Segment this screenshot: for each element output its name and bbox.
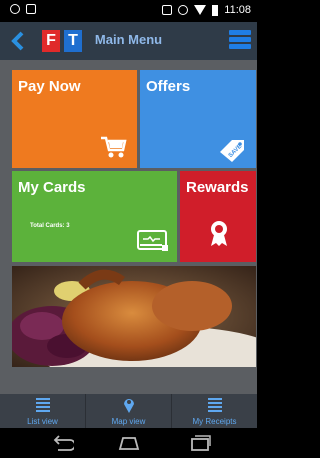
main-content: Pay Now Offers SAVE My Cards Total Cards…	[0, 60, 257, 394]
hamburger-line	[229, 37, 251, 42]
tab-label: My Receipts	[192, 417, 237, 426]
status-time: 11:08	[224, 4, 251, 16]
system-home-icon[interactable]	[117, 434, 141, 452]
battery-icon	[212, 4, 219, 16]
pay-now-tile[interactable]: Pay Now	[12, 70, 137, 168]
my-cards-label: My Cards	[18, 179, 86, 196]
image-icon	[26, 4, 36, 14]
offers-tile[interactable]: Offers SAVE	[140, 70, 256, 168]
map-pin-icon	[123, 399, 134, 413]
total-cards-text: Total Cards: 3	[30, 223, 70, 229]
list-icon	[35, 398, 50, 412]
tab-my-receipts[interactable]: My Receipts	[172, 394, 257, 428]
shopping-cart-icon	[101, 136, 127, 158]
credit-card-icon	[137, 230, 168, 251]
tab-list-view[interactable]: List view	[0, 394, 86, 428]
rewards-label: Rewards	[186, 179, 249, 196]
tab-map-view[interactable]: Map view	[86, 394, 172, 428]
alarm-icon	[178, 5, 189, 15]
tab-label: Map view	[111, 417, 146, 426]
hamburger-line	[229, 44, 251, 49]
wifi-icon	[194, 5, 207, 15]
offers-label: Offers	[146, 78, 191, 95]
hamburger-line	[229, 30, 251, 35]
my-cards-tile[interactable]: My Cards Total Cards: 3	[12, 171, 177, 262]
vibrate-icon	[162, 5, 173, 15]
system-recents-icon[interactable]	[188, 434, 212, 452]
receipts-icon	[207, 398, 222, 412]
roast-duck-image	[12, 266, 256, 367]
page-title: Main Menu	[94, 32, 163, 47]
rewards-tile[interactable]: Rewards	[180, 171, 256, 262]
system-back-icon[interactable]	[50, 434, 74, 452]
system-nav-bar	[0, 428, 257, 458]
voicemail-icon	[10, 4, 20, 14]
pay-now-label: Pay Now	[18, 78, 81, 95]
app-header: F T Main Menu	[0, 22, 257, 60]
medal-icon	[211, 221, 227, 246]
food-banner[interactable]	[12, 266, 256, 367]
bottom-tab-bar: List view Map view My Receipts	[0, 394, 257, 428]
status-bar: 11:08	[0, 0, 257, 22]
save-tag-icon: SAVE	[220, 140, 244, 162]
tab-label: List view	[27, 417, 58, 426]
menu-button[interactable]	[229, 28, 251, 54]
